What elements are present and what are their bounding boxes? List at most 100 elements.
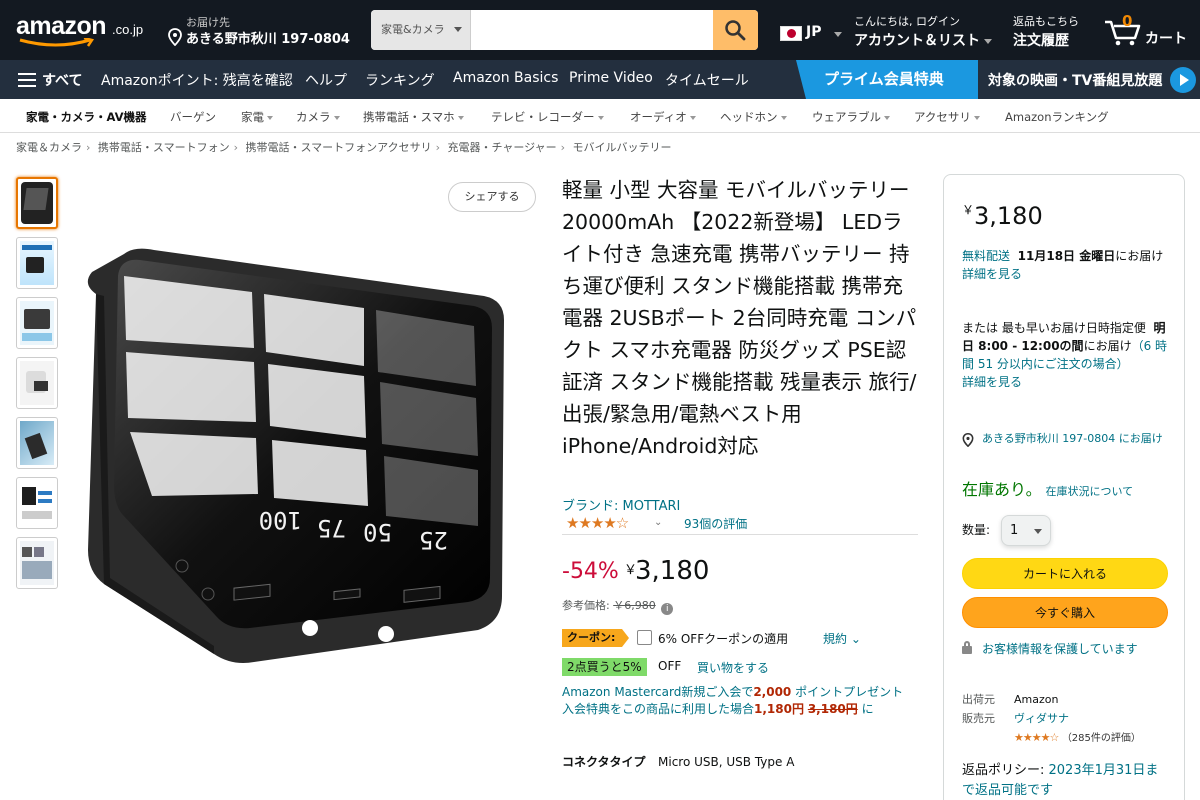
free-delivery-link[interactable]: 無料配送 xyxy=(962,249,1010,263)
category-phones[interactable]: 携帯電話・スマホ xyxy=(363,109,464,125)
thumbnail-3[interactable] xyxy=(16,297,58,349)
category-camera[interactable]: カメラ xyxy=(296,109,340,125)
prime-benefits-label: プライム会員特典 xyxy=(824,70,944,88)
chevron-down-icon xyxy=(454,27,462,32)
seller-link[interactable]: ヴィダサナ xyxy=(1014,709,1069,728)
nav-item-timesale[interactable]: タイムセール xyxy=(665,70,749,90)
category-headphones[interactable]: ヘッドホン xyxy=(720,109,787,125)
quantity-label: 数量: xyxy=(962,523,991,537)
deliver-to-location[interactable]: お届け先 あきる野市秋川 197-0804 xyxy=(168,12,358,48)
details-link-2[interactable]: 詳細を見る xyxy=(962,375,1022,389)
mc-old-price: 3,180円 xyxy=(807,702,858,716)
amazon-logo[interactable]: amazon .co.jp xyxy=(16,12,156,48)
prime-promo-text[interactable]: 対象の映画・TV番組見放題 xyxy=(988,70,1162,90)
nav-item-prime-video[interactable]: Prime Video xyxy=(569,70,653,86)
search-category-select[interactable]: 家電&カメラ xyxy=(371,10,471,50)
category-ranking[interactable]: Amazonランキング xyxy=(1005,109,1109,125)
spec-value: Micro USB, USB Type A xyxy=(658,755,795,769)
quantity-select[interactable]: 1 xyxy=(1001,515,1051,546)
stock-info-link[interactable]: 在庫状況について xyxy=(1046,485,1134,498)
coupon-checkbox[interactable] xyxy=(637,630,652,645)
stock-status: 在庫あり。 在庫状況について xyxy=(962,481,1170,501)
coupon-terms-link[interactable]: 規約 ⌄ xyxy=(823,630,861,647)
details-link[interactable]: 詳細を見る xyxy=(962,267,1022,281)
nav-item-amazon-basics[interactable]: Amazon Basics xyxy=(453,70,558,86)
thumbnail-2[interactable] xyxy=(16,237,58,289)
reference-price-value: ￥6,980 xyxy=(613,599,656,612)
nav-item-points[interactable]: Amazonポイント: 残高を確認 xyxy=(101,70,293,90)
category-accessories[interactable]: アクセサリ xyxy=(914,109,980,125)
mc-new-price: 1,180円 xyxy=(754,702,804,716)
product-title: 軽量 小型 大容量 モバイルバッテリー 20000mAh 【2022新登場】 L… xyxy=(562,178,917,458)
cart-link[interactable]: 0 カート xyxy=(1103,12,1193,48)
coupon-text[interactable]: 6% OFFクーポンの適用 xyxy=(658,630,788,647)
brand-link[interactable]: ブランド: MOTTARI xyxy=(562,495,680,514)
breadcrumb-separator-icon: › xyxy=(233,141,238,154)
chevron-down-icon[interactable]: ⌄ xyxy=(654,517,662,528)
buy-now-button[interactable]: 今すぐ購入 xyxy=(962,597,1168,628)
location-pin-icon xyxy=(962,433,974,447)
rating-count-link[interactable]: 93個の評価 xyxy=(684,515,747,532)
breadcrumb: 家電＆カメラ › 携帯電話・スマートフォン › 携帯電話・スマートフォンアクセサリ ›… xyxy=(16,139,672,155)
category-bargain[interactable]: バーゲン xyxy=(170,109,216,125)
main-product-image[interactable]: 100 75 50 25 xyxy=(64,176,544,736)
thumbnail-6[interactable] xyxy=(16,477,58,529)
chevron-down-icon xyxy=(984,38,992,44)
nav-item-ranking[interactable]: ランキング xyxy=(365,70,435,90)
bundle-shop-link[interactable]: 買い物をする xyxy=(697,659,769,676)
returns-orders-link[interactable]: 返品もこちら 注文履歴 xyxy=(1013,13,1079,50)
thumbnail-1[interactable] xyxy=(16,177,58,229)
power-bank-image: 100 75 50 25 xyxy=(87,248,534,736)
discount-percentage: -54% xyxy=(562,559,619,584)
orders-label: 注文履歴 xyxy=(1013,33,1069,49)
prime-benefits-banner[interactable]: プライム会員特典 xyxy=(796,60,978,99)
category-main[interactable]: 家電・カメラ・AV機器 xyxy=(26,109,147,125)
all-menu-button[interactable]: すべて xyxy=(18,70,82,90)
breadcrumb-item[interactable]: モバイルバッテリー xyxy=(573,141,672,154)
breadcrumb-separator-icon: › xyxy=(560,141,566,154)
chevron-down-icon xyxy=(457,115,464,120)
delivery-address-link[interactable]: あきる野市秋川 197-0804 にお届け xyxy=(962,431,1170,447)
secure-transaction[interactable]: お客様情報を保護しています xyxy=(962,639,1170,659)
search-input[interactable] xyxy=(471,10,713,50)
account-menu[interactable]: こんにちは, ログイン アカウント＆リスト xyxy=(854,13,994,50)
mastercard-promo[interactable]: Amazon Mastercard新規ご入会で2,000 ポイントプレゼント 入… xyxy=(562,684,922,718)
chevron-down-icon xyxy=(973,115,980,120)
breadcrumb-item[interactable]: 充電器・チャージャー xyxy=(448,141,557,154)
hamburger-icon xyxy=(18,73,36,87)
category-tv[interactable]: テレビ・レコーダー xyxy=(491,109,604,125)
chevron-down-icon xyxy=(780,115,787,120)
japan-flag-icon xyxy=(780,26,802,41)
delivery-date: 11月18日 金曜日 xyxy=(1017,249,1116,263)
search-button[interactable] xyxy=(713,10,758,50)
delivery-info: 無料配送 11月18日 金曜日にお届け 詳細を見る xyxy=(962,249,1164,281)
return-policy: 返品ポリシー: 2023年1月31日まで返品可能です xyxy=(962,763,1159,798)
ships-from-value: Amazon xyxy=(1014,693,1059,706)
thumbnail-5[interactable] xyxy=(16,417,58,469)
category-audio[interactable]: オーディオ xyxy=(630,109,696,125)
play-icon[interactable] xyxy=(1170,67,1196,93)
thumbnail-4[interactable] xyxy=(16,357,58,409)
buybox-price: ￥3,180 xyxy=(962,202,1043,230)
add-to-cart-button[interactable]: カートに入れる xyxy=(962,558,1168,589)
coupon-tag: クーポン: xyxy=(562,629,629,647)
spec-key: コネクタタイプ xyxy=(562,755,646,769)
thumbnail-7[interactable] xyxy=(16,537,58,589)
breadcrumb-item[interactable]: 家電＆カメラ xyxy=(16,141,82,154)
star-rating-icon[interactable]: ★★★★☆ xyxy=(566,514,629,532)
category-appliances[interactable]: 家電 xyxy=(241,109,273,125)
logo-smile-icon xyxy=(19,38,95,47)
share-button[interactable]: シェアする xyxy=(448,182,536,212)
nav-item-help[interactable]: ヘルプ xyxy=(305,70,347,90)
language-code: JP xyxy=(806,24,822,40)
secondary-navigation: すべて Amazonポイント: 残高を確認 ヘルプ ランキング Amazon B… xyxy=(0,60,1200,99)
price-value: 3,180 xyxy=(635,556,710,586)
breadcrumb-item[interactable]: 携帯電話・スマートフォン xyxy=(98,141,230,154)
display-level-75: 75 xyxy=(317,514,346,542)
breadcrumb-item[interactable]: 携帯電話・スマートフォンアクセサリ xyxy=(245,141,431,154)
lock-icon xyxy=(962,641,972,654)
info-icon[interactable]: i xyxy=(661,603,674,615)
seller-rating[interactable]: ★★★★☆ （285件の評価） xyxy=(1014,728,1141,748)
chevron-down-icon xyxy=(689,115,696,120)
category-wearable[interactable]: ウェアラブル xyxy=(812,109,890,125)
